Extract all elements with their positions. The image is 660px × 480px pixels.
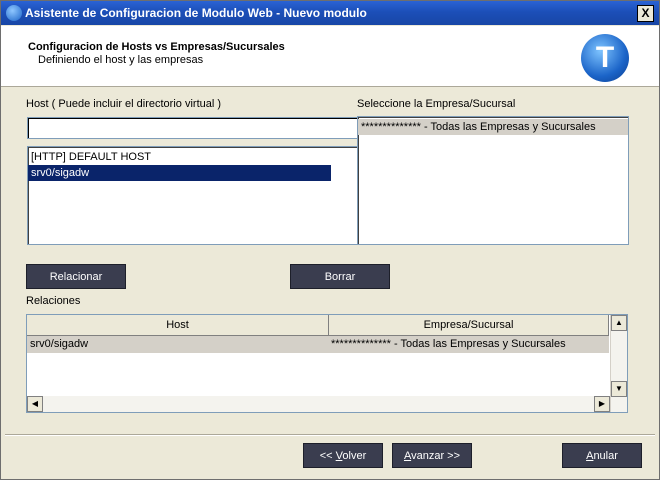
relaciones-grid[interactable]: Host Empresa/Sucursal srv0/sigadw ******… bbox=[26, 314, 628, 413]
scroll-right-icon[interactable]: ▶ bbox=[594, 396, 610, 412]
wizard-header: Configuracion de Hosts vs Empresas/Sucur… bbox=[1, 26, 659, 87]
empresa-list[interactable]: ************** - Todas las Empresas y Su… bbox=[357, 116, 629, 245]
host-list[interactable]: [HTTP] DEFAULT HOST srv0/sigadw bbox=[27, 146, 360, 245]
host-label: Host ( Puede incluir el directorio virtu… bbox=[26, 98, 222, 110]
volver-label: olver bbox=[342, 450, 367, 462]
volver-button[interactable]: << Volver bbox=[303, 443, 383, 468]
page-subtitle: Definiendo el host y las empresas bbox=[38, 54, 204, 66]
window-title: Asistente de Configuracion de Modulo Web… bbox=[25, 6, 367, 20]
page-title: Configuracion de Hosts vs Empresas/Sucur… bbox=[28, 41, 285, 53]
footer-divider bbox=[5, 434, 655, 436]
empresa-list-item[interactable]: ************** - Todas las Empresas y Su… bbox=[358, 119, 628, 135]
relaciones-label: Relaciones bbox=[26, 295, 81, 307]
grid-header: Host Empresa/Sucursal bbox=[27, 315, 609, 336]
volver-prefix: << bbox=[319, 450, 336, 462]
title-bar[interactable]: Asistente de Configuracion de Modulo Web… bbox=[1, 1, 659, 25]
horizontal-scrollbar[interactable]: ◀ ▶ bbox=[27, 396, 610, 412]
totvs-logo-icon: T bbox=[581, 34, 629, 82]
anular-button[interactable]: Anular bbox=[562, 443, 642, 468]
scroll-left-icon[interactable]: ◀ bbox=[27, 396, 43, 412]
close-button[interactable]: X bbox=[637, 5, 654, 22]
vertical-scrollbar[interactable]: ▲ ▼ bbox=[610, 315, 627, 412]
scroll-down-icon[interactable]: ▼ bbox=[611, 381, 627, 397]
cell-host: srv0/sigadw bbox=[30, 338, 89, 350]
host-list-item[interactable]: [HTTP] DEFAULT HOST bbox=[28, 149, 331, 165]
avanzar-label: vanzar >> bbox=[411, 450, 461, 462]
borrar-button[interactable]: Borrar bbox=[290, 264, 390, 289]
avanzar-button[interactable]: Avanzar >> bbox=[392, 443, 472, 468]
column-header-empresa[interactable]: Empresa/Sucursal bbox=[329, 315, 609, 335]
table-row[interactable]: srv0/sigadw ************** - Todas las E… bbox=[27, 336, 609, 353]
host-list-item-selected[interactable]: srv0/sigadw bbox=[28, 165, 331, 181]
logo-letter: T bbox=[595, 41, 615, 74]
cell-empresa: ************** - Todas las Empresas y Su… bbox=[331, 338, 566, 350]
relacionar-button[interactable]: Relacionar bbox=[26, 264, 126, 289]
empresa-label: Seleccione la Empresa/Sucursal bbox=[357, 98, 516, 110]
wizard-window: Asistente de Configuracion de Modulo Web… bbox=[0, 0, 660, 480]
app-icon bbox=[6, 5, 22, 21]
scroll-up-icon[interactable]: ▲ bbox=[611, 315, 627, 331]
anular-label: nular bbox=[593, 450, 618, 462]
host-input[interactable] bbox=[27, 117, 360, 139]
column-header-host[interactable]: Host bbox=[27, 315, 329, 335]
